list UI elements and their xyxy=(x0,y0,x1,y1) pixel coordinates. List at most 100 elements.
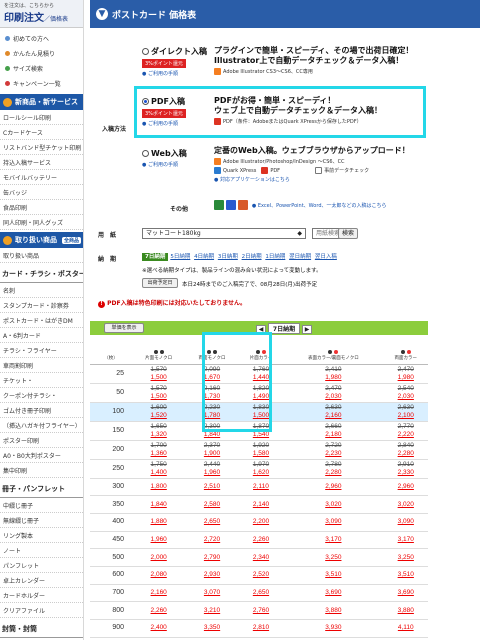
price-cell[interactable]: 3,880 xyxy=(383,601,428,620)
price-cell[interactable]: 2,960 xyxy=(283,478,384,497)
radio-direct[interactable] xyxy=(142,48,149,55)
price-cell[interactable]: 2,580 xyxy=(185,495,239,514)
delivery-tab-active[interactable]: 7日納期 xyxy=(142,253,169,261)
price-cell[interactable]: 2,540 2,030 xyxy=(383,383,428,403)
price[interactable]: 1,800 xyxy=(132,483,185,491)
price[interactable]: 2,650 xyxy=(239,589,283,597)
price[interactable]: 1,880 xyxy=(132,518,185,526)
price-cell[interactable]: 3,020 xyxy=(283,495,384,514)
price[interactable]: 2,720 xyxy=(185,536,238,544)
price[interactable]: 3,510 xyxy=(283,571,383,579)
sidebar-item[interactable]: 缶バッジ xyxy=(0,185,83,200)
price-cell[interactable]: 3,880 xyxy=(283,601,384,620)
discount-price[interactable]: 1,400 xyxy=(132,469,185,477)
price[interactable]: 2,140 xyxy=(239,501,283,509)
price-cell[interactable]: 2,470 1,980 xyxy=(383,364,429,384)
price-cell[interactable]: 4,110 xyxy=(383,619,429,638)
discount-price[interactable]: 2,180 xyxy=(283,431,383,439)
price-cell[interactable]: 1,840 xyxy=(132,495,186,514)
price-cell[interactable]: 2,160 xyxy=(132,584,186,603)
price-cell[interactable]: 2,910 2,330 xyxy=(383,459,428,479)
sidebar-item[interactable]: 食品印刷 xyxy=(0,200,83,215)
sidebar-item[interactable]: カードホルダー xyxy=(0,588,83,603)
price[interactable]: 2,520 xyxy=(239,571,283,579)
price[interactable]: 2,760 xyxy=(239,607,283,615)
discount-price[interactable]: 1,520 xyxy=(132,412,185,420)
price-cell[interactable]: 2,080 xyxy=(132,566,186,585)
price[interactable]: 3,020 xyxy=(283,501,383,509)
price-cell[interactable]: 2,840 2,280 xyxy=(383,440,429,460)
price[interactable]: 3,930 xyxy=(283,624,383,632)
price[interactable]: 2,110 xyxy=(239,483,283,491)
price[interactable]: 3,250 xyxy=(384,554,429,562)
discount-price[interactable]: 1,980 xyxy=(384,374,429,382)
discount-price[interactable]: 1,360 xyxy=(132,450,185,458)
price-cell[interactable]: 2,370 1,900 xyxy=(185,440,239,460)
price-cell[interactable]: 1,700 1,360 xyxy=(132,440,186,460)
price[interactable]: 1,840 xyxy=(132,501,185,509)
price-cell[interactable]: 2,720 2,230 xyxy=(283,440,384,460)
price[interactable]: 4,110 xyxy=(384,624,429,632)
price[interactable]: 2,960 xyxy=(283,483,383,491)
price-cell[interactable]: 2,510 xyxy=(185,478,239,497)
price[interactable]: 2,810 xyxy=(239,624,283,632)
price-cell[interactable]: 1,880 xyxy=(132,513,186,532)
price-cell[interactable]: 2,440 1,960 xyxy=(185,459,239,479)
option-web[interactable]: Web入稿 ● ご利用の手順 xyxy=(142,148,187,168)
price[interactable]: 2,260 xyxy=(239,536,283,544)
price[interactable]: 3,170 xyxy=(384,536,429,544)
price[interactable]: 2,080 xyxy=(132,571,185,579)
discount-price[interactable]: 2,230 xyxy=(283,450,383,458)
next-arrow-icon[interactable]: ▶ xyxy=(302,325,313,334)
price[interactable]: 3,350 xyxy=(185,624,238,632)
price[interactable]: 2,930 xyxy=(185,571,238,579)
discount-price[interactable]: 1,500 xyxy=(132,374,185,382)
price-cell[interactable]: 3,350 xyxy=(185,619,239,638)
price[interactable]: 2,260 xyxy=(132,607,185,615)
price-cell[interactable]: 3,090 xyxy=(383,513,429,532)
price-cell[interactable]: 2,520 xyxy=(238,566,284,585)
price-cell[interactable]: 2,770 2,220 xyxy=(383,421,428,441)
discount-price[interactable]: 1,980 xyxy=(283,374,383,382)
price-cell[interactable]: 3,690 xyxy=(283,584,384,603)
price-cell[interactable]: 1,960 xyxy=(132,531,186,550)
price-cell[interactable]: 2,140 xyxy=(238,495,284,514)
sidebar-item[interactable]: ノート xyxy=(0,543,83,558)
sidebar-link[interactable]: キャンペーン一覧 xyxy=(0,76,83,91)
sidebar-item[interactable]: モバイルバッテリー xyxy=(0,170,83,185)
paper-select[interactable]: マットコート180kg ◆ xyxy=(142,228,306,239)
sidebar-link[interactable]: 初めての方へ xyxy=(0,31,83,46)
price-cell[interactable]: 3,210 xyxy=(185,601,239,620)
price[interactable]: 3,250 xyxy=(283,554,383,562)
price-cell[interactable]: 3,250 xyxy=(383,548,429,567)
sidebar-item[interactable]: クーポン付チラシ・ xyxy=(0,388,83,403)
discount-price[interactable]: 2,280 xyxy=(384,450,429,458)
price-cell[interactable]: 2,630 2,100 xyxy=(383,402,428,422)
discount-price[interactable]: 1,500 xyxy=(132,393,185,401)
discount-price[interactable]: 1,960 xyxy=(185,469,238,477)
price-cell[interactable]: 2,260 xyxy=(132,601,186,620)
price-cell[interactable]: 2,660 2,180 xyxy=(283,421,384,441)
price-cell[interactable]: 2,780 2,280 xyxy=(283,459,384,479)
price[interactable]: 2,000 xyxy=(132,554,185,562)
all-products-tag[interactable]: 全商品 xyxy=(62,236,82,244)
price[interactable]: 2,960 xyxy=(384,483,429,491)
price[interactable]: 2,650 xyxy=(185,518,238,526)
delivery-tab[interactable]: 3日納期 xyxy=(218,254,238,260)
sidebar-products-section[interactable]: 取り扱い商品 全商品 xyxy=(0,232,83,248)
price[interactable]: 2,340 xyxy=(239,554,283,562)
sidebar-item[interactable]: ロールシール印刷 xyxy=(0,110,83,125)
price-cell[interactable]: 1,600 1,520 xyxy=(132,402,186,422)
sidebar-item[interactable]: ポスター印刷 xyxy=(0,433,83,448)
price[interactable]: 3,510 xyxy=(384,571,429,579)
price-cell[interactable]: 2,110 xyxy=(238,478,284,497)
other-link[interactable]: ● Excel、PowerPoint、Word、一太郎などの入稿はこちら xyxy=(252,203,387,209)
sidebar-item[interactable]: 名刺 xyxy=(0,283,83,298)
price-cell[interactable]: 3,930 xyxy=(283,619,384,638)
sidebar-item[interactable]: 卓上カレンダー xyxy=(0,573,83,588)
delivery-tab[interactable]: 翌日入稿 xyxy=(315,254,337,260)
price-cell[interactable]: 3,020 xyxy=(383,495,428,514)
discount-price[interactable]: 1,580 xyxy=(239,450,283,458)
price-cell[interactable]: 1,750 1,400 xyxy=(132,459,186,479)
price[interactable]: 3,090 xyxy=(384,518,429,526)
